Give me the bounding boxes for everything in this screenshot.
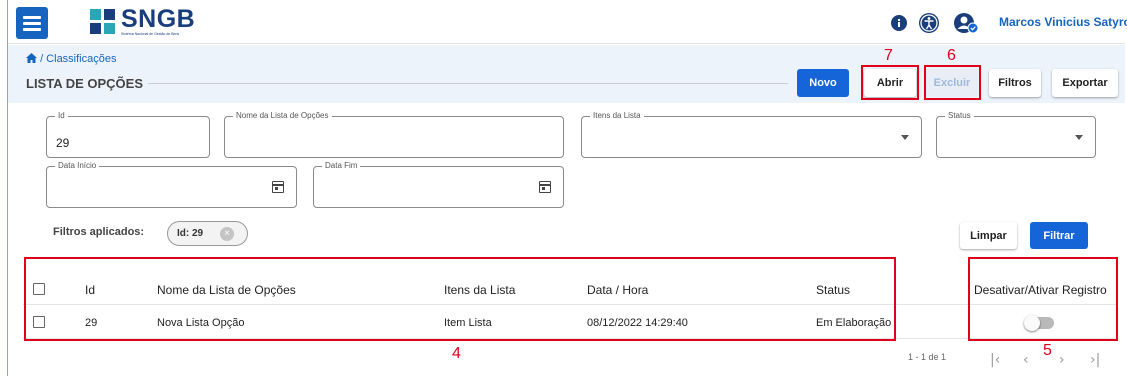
filter-panel: Id 29 Nome da Lista de Opções Itens da L…	[23, 105, 1111, 255]
info-icon[interactable]	[891, 15, 907, 31]
first-page-icon[interactable]: |‹	[990, 352, 1000, 368]
applied-filters-label: Filtros aplicados:	[53, 226, 145, 238]
start-date-label: Data Início	[55, 161, 100, 170]
annotation-box-7	[861, 65, 919, 100]
annotation-number-5: 5	[1043, 342, 1052, 359]
id-field[interactable]: Id 29	[46, 111, 210, 158]
breadcrumb-label[interactable]: / Classificações	[40, 53, 116, 65]
previous-page-icon[interactable]: ‹	[1023, 352, 1029, 368]
id-field-label: Id	[55, 111, 68, 120]
top-bar: SNGB Sistema Nacional de Gestão de Bens …	[8, 0, 1127, 44]
chevron-down-icon[interactable]	[901, 135, 909, 140]
filter-button[interactable]: Filtrar	[1030, 222, 1088, 249]
logo-mark-icon	[90, 9, 115, 34]
annotation-box-5	[968, 257, 1118, 341]
end-date-field[interactable]: Data Fim	[313, 161, 564, 208]
end-date-label: Data Fim	[322, 161, 361, 170]
annotation-box-6	[924, 65, 981, 100]
accessibility-icon[interactable]	[918, 12, 940, 34]
annotation-number-6: 6	[947, 47, 956, 64]
filter-chip-label: Id: 29	[177, 228, 204, 239]
user-account-icon[interactable]	[954, 11, 980, 35]
clear-button[interactable]: Limpar	[960, 222, 1017, 249]
status-select[interactable]: Status	[936, 111, 1096, 158]
export-button[interactable]: Exportar	[1052, 69, 1118, 97]
home-icon[interactable]	[26, 53, 37, 63]
breadcrumb[interactable]: / Classificações	[26, 53, 116, 65]
calendar-icon[interactable]	[539, 181, 551, 193]
next-page-icon[interactable]: ›	[1059, 352, 1065, 368]
list-items-label: Itens da Lista	[590, 111, 644, 120]
chevron-down-icon[interactable]	[1075, 135, 1083, 140]
list-items-select[interactable]: Itens da Lista	[581, 111, 922, 158]
status-label: Status	[945, 111, 974, 120]
logo-subtitle: Sistema Nacional de Gestão de Bens	[121, 32, 180, 36]
annotation-box-4	[24, 257, 896, 341]
close-icon[interactable]: ×	[220, 227, 234, 241]
new-button[interactable]: Novo	[797, 69, 849, 97]
filter-chip[interactable]: Id: 29 ×	[167, 221, 248, 246]
calendar-icon[interactable]	[272, 181, 284, 193]
logo-text: SNGB	[121, 5, 196, 33]
name-field-label: Nome da Lista de Opções	[233, 111, 332, 120]
last-page-icon[interactable]: ›|	[1090, 352, 1100, 368]
start-date-field[interactable]: Data Início	[46, 161, 297, 208]
user-name[interactable]: Marcos Vinicius Satyro C...	[999, 15, 1127, 29]
annotation-number-7: 7	[884, 47, 893, 64]
annotation-number-4: 4	[452, 345, 461, 362]
name-field[interactable]: Nome da Lista de Opções	[224, 111, 564, 158]
title-divider	[148, 83, 788, 84]
app-logo: SNGB Sistema Nacional de Gestão de Bens	[88, 5, 208, 41]
id-field-value[interactable]: 29	[56, 136, 69, 150]
menu-icon[interactable]	[16, 7, 48, 39]
filters-button[interactable]: Filtros	[989, 69, 1041, 97]
page-title: LISTA DE OPÇÕES	[26, 76, 144, 91]
pagination-range: 1 - 1 de 1	[908, 352, 947, 362]
